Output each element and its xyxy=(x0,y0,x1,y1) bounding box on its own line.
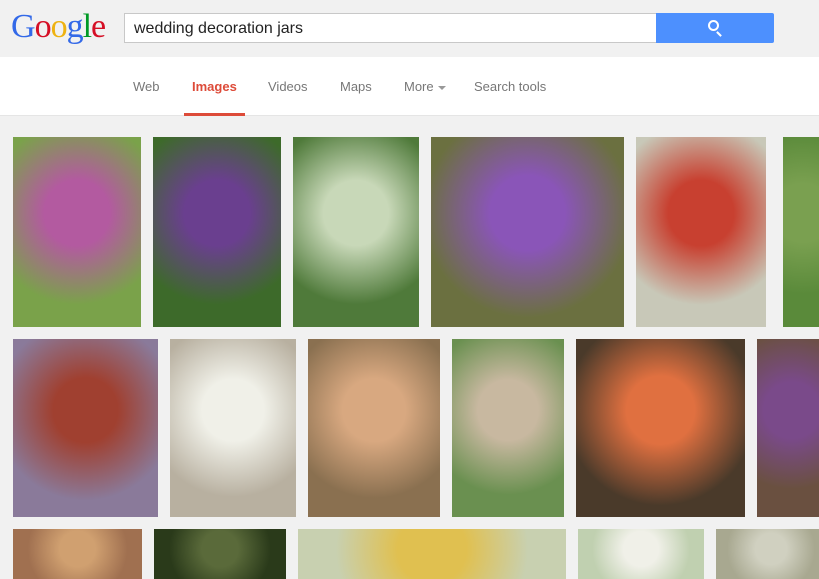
tab-maps[interactable]: Maps xyxy=(340,79,372,94)
google-logo[interactable]: Google xyxy=(11,8,106,46)
image-result[interactable] xyxy=(636,137,766,327)
image-result[interactable] xyxy=(153,137,281,327)
tab-videos[interactable]: Videos xyxy=(268,79,308,94)
search-button[interactable] xyxy=(656,13,774,43)
tab-images[interactable]: Images xyxy=(192,79,237,94)
image-result[interactable] xyxy=(293,137,419,327)
image-result[interactable] xyxy=(13,339,158,517)
image-result[interactable] xyxy=(578,529,704,579)
image-result[interactable] xyxy=(298,529,566,579)
header: Google wedding decoration jars xyxy=(0,0,819,57)
active-tab-indicator xyxy=(184,113,245,116)
image-result[interactable] xyxy=(170,339,296,517)
more-label: More xyxy=(404,79,434,94)
search-nav: Web Images Videos Maps More Search tools xyxy=(0,57,819,116)
search-input[interactable]: wedding decoration jars xyxy=(124,13,656,43)
image-result[interactable] xyxy=(13,529,142,579)
image-result[interactable] xyxy=(13,137,141,327)
magnifier-icon xyxy=(708,20,719,31)
image-result[interactable] xyxy=(716,529,819,579)
image-result[interactable] xyxy=(452,339,564,517)
image-result[interactable] xyxy=(576,339,745,517)
image-result[interactable] xyxy=(783,137,819,327)
image-result[interactable] xyxy=(757,339,819,517)
search-tools-button[interactable]: Search tools xyxy=(474,79,546,94)
tab-more[interactable]: More xyxy=(404,79,446,94)
search-query[interactable]: wedding decoration jars xyxy=(134,20,303,38)
caret-down-icon xyxy=(437,85,446,90)
tab-web[interactable]: Web xyxy=(133,79,160,94)
image-result[interactable] xyxy=(431,137,624,327)
image-result[interactable] xyxy=(308,339,440,517)
image-result[interactable] xyxy=(154,529,286,579)
